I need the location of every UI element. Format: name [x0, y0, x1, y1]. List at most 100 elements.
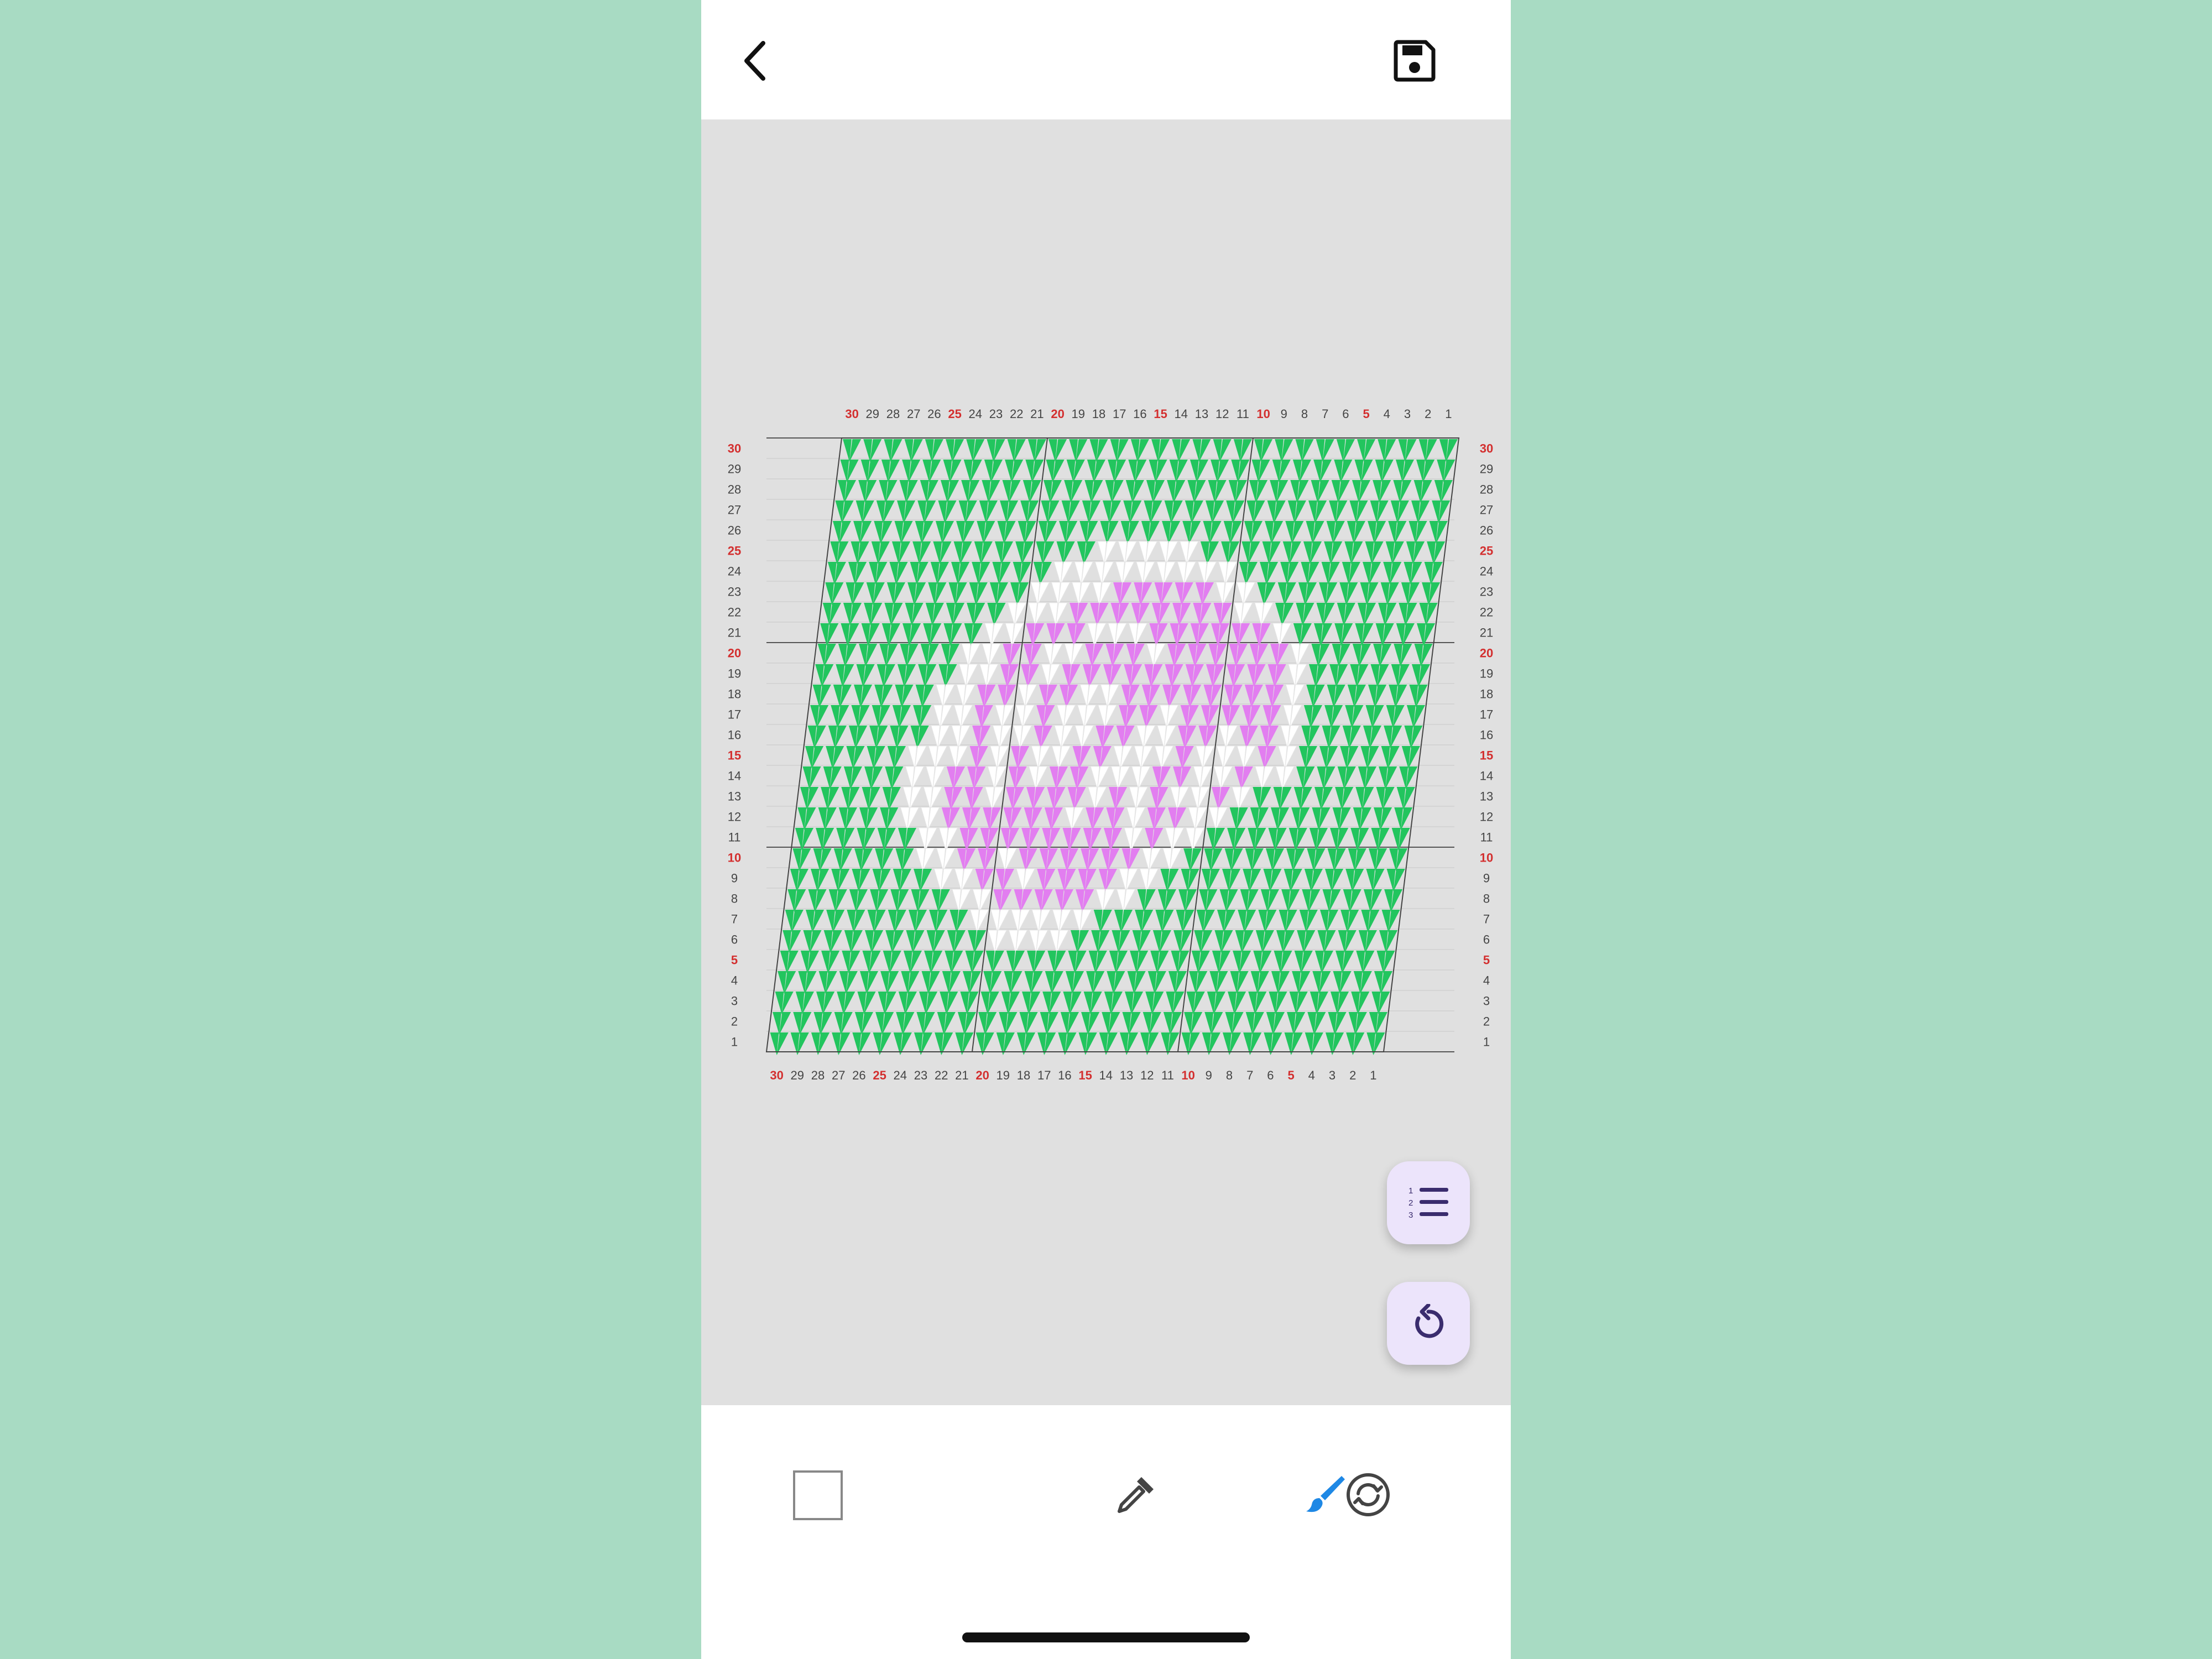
column-number-top: 13	[1195, 407, 1208, 421]
column-number-bottom: 17	[1037, 1068, 1051, 1082]
column-number-top: 1	[1445, 407, 1452, 421]
column-number-top: 22	[1010, 407, 1023, 421]
column-number-bottom: 3	[1329, 1068, 1335, 1082]
column-number-top: 7	[1322, 407, 1328, 421]
row-number-left: 15	[728, 749, 741, 763]
row-number-left: 4	[731, 974, 738, 988]
column-number-bottom: 30	[770, 1068, 783, 1082]
row-number-right: 15	[1480, 749, 1493, 763]
row-number-left: 30	[728, 442, 741, 456]
column-number-top: 21	[1030, 407, 1044, 421]
row-number-left: 5	[731, 953, 738, 967]
row-number-right: 11	[1480, 831, 1493, 844]
save-floppy-icon	[1394, 40, 1436, 82]
color-replace-button[interactable]	[1337, 1464, 1399, 1526]
row-number-right: 23	[1480, 585, 1493, 599]
row-number-right: 5	[1483, 953, 1490, 967]
column-number-top: 28	[886, 407, 900, 421]
column-number-bottom: 21	[955, 1068, 968, 1082]
row-number-left: 10	[728, 851, 741, 865]
phone-screen: 30 30 29 29 28 28 27 27 26 26 25 25 24 24 23 23 22 22 21 21…	[701, 0, 1511, 1659]
column-number-bottom: 4	[1308, 1068, 1315, 1082]
bottom-toolbar	[701, 1405, 1511, 1659]
column-number-top: 30	[845, 407, 858, 421]
column-number-bottom: 19	[997, 1068, 1010, 1082]
row-number-left: 1	[731, 1035, 738, 1049]
row-number-right: 2	[1483, 1015, 1490, 1029]
column-number-top: 11	[1237, 407, 1249, 421]
row-number-left: 6	[731, 933, 738, 947]
column-number-bottom: 29	[791, 1068, 804, 1082]
column-number-bottom: 22	[935, 1068, 948, 1082]
column-number-bottom: 25	[873, 1068, 886, 1082]
stitch-grid[interactable]	[770, 439, 1458, 1055]
row-number-right: 28	[1480, 483, 1493, 497]
reset-button[interactable]	[1387, 1282, 1470, 1365]
row-number-left: 29	[728, 462, 741, 476]
column-number-top: 27	[907, 407, 920, 421]
chart-canvas-area[interactable]: 30 30 29 29 28 28 27 27 26 26 25 25 24 24 23 23 22 22 21 21…	[701, 119, 1511, 1405]
column-number-top: 10	[1256, 407, 1270, 421]
row-number-left: 13	[728, 790, 741, 804]
column-number-top: 8	[1301, 407, 1308, 421]
row-number-right: 26	[1480, 524, 1493, 538]
column-number-bottom: 1	[1370, 1068, 1376, 1082]
back-button[interactable]	[729, 33, 784, 88]
save-button[interactable]	[1387, 33, 1442, 88]
row-number-left: 7	[731, 912, 738, 926]
column-number-bottom: 10	[1181, 1068, 1194, 1082]
row-number-left: 11	[728, 831, 741, 844]
rotate-ccw-icon	[1415, 1304, 1444, 1338]
row-number-right: 1	[1483, 1035, 1490, 1049]
row-number-left: 3	[731, 994, 738, 1008]
column-number-bottom: 23	[914, 1068, 927, 1082]
column-number-top: 4	[1384, 407, 1390, 421]
numbered-list-icon: 1 2 3	[1408, 1186, 1448, 1220]
column-number-top: 12	[1215, 407, 1229, 421]
column-number-top: 24	[969, 407, 982, 421]
column-number-top: 18	[1092, 407, 1105, 421]
color-replace-icon	[1347, 1473, 1390, 1516]
row-number-right: 8	[1483, 892, 1490, 906]
column-number-top: 3	[1404, 407, 1411, 421]
column-number-top: 25	[948, 407, 961, 421]
eyedropper-button[interactable]	[1105, 1464, 1167, 1526]
column-number-top: 16	[1133, 407, 1146, 421]
row-number-left: 12	[728, 810, 741, 824]
column-number-bottom: 8	[1226, 1068, 1233, 1082]
row-number-right: 27	[1480, 503, 1493, 517]
eyedropper-icon	[1118, 1477, 1154, 1513]
row-number-left: 2	[731, 1015, 738, 1029]
column-number-bottom: 16	[1058, 1068, 1071, 1082]
column-number-bottom: 27	[832, 1068, 845, 1082]
row-number-right: 17	[1480, 708, 1493, 722]
color-swatch[interactable]	[793, 1470, 843, 1520]
column-number-bottom: 7	[1246, 1068, 1253, 1082]
row-number-left: 28	[728, 483, 741, 497]
row-number-right: 29	[1480, 462, 1493, 476]
row-number-right: 13	[1480, 790, 1493, 804]
column-number-top: 14	[1175, 407, 1188, 421]
column-number-top: 26	[927, 407, 941, 421]
column-number-top: 17	[1113, 407, 1126, 421]
row-number-left: 23	[728, 585, 741, 599]
row-number-right: 22	[1480, 606, 1493, 619]
column-number-bottom: 2	[1349, 1068, 1356, 1082]
column-number-top: 23	[989, 407, 1003, 421]
row-number-right: 4	[1483, 974, 1490, 988]
row-number-right: 14	[1480, 769, 1493, 783]
top-app-bar	[701, 0, 1511, 119]
row-number-right: 9	[1483, 872, 1490, 885]
column-number-bottom: 15	[1078, 1068, 1092, 1082]
row-number-right: 21	[1480, 626, 1493, 640]
svg-text:3: 3	[1408, 1211, 1413, 1220]
row-number-right: 16	[1480, 728, 1493, 742]
column-number-bottom: 9	[1206, 1068, 1212, 1082]
row-number-right: 19	[1480, 667, 1493, 681]
row-counter-button[interactable]: 1 2 3	[1387, 1161, 1470, 1244]
column-number-top: 5	[1363, 407, 1369, 421]
column-number-top: 19	[1072, 407, 1085, 421]
column-number-bottom: 6	[1267, 1068, 1274, 1082]
column-number-bottom: 26	[852, 1068, 865, 1082]
column-number-bottom: 5	[1287, 1068, 1294, 1082]
